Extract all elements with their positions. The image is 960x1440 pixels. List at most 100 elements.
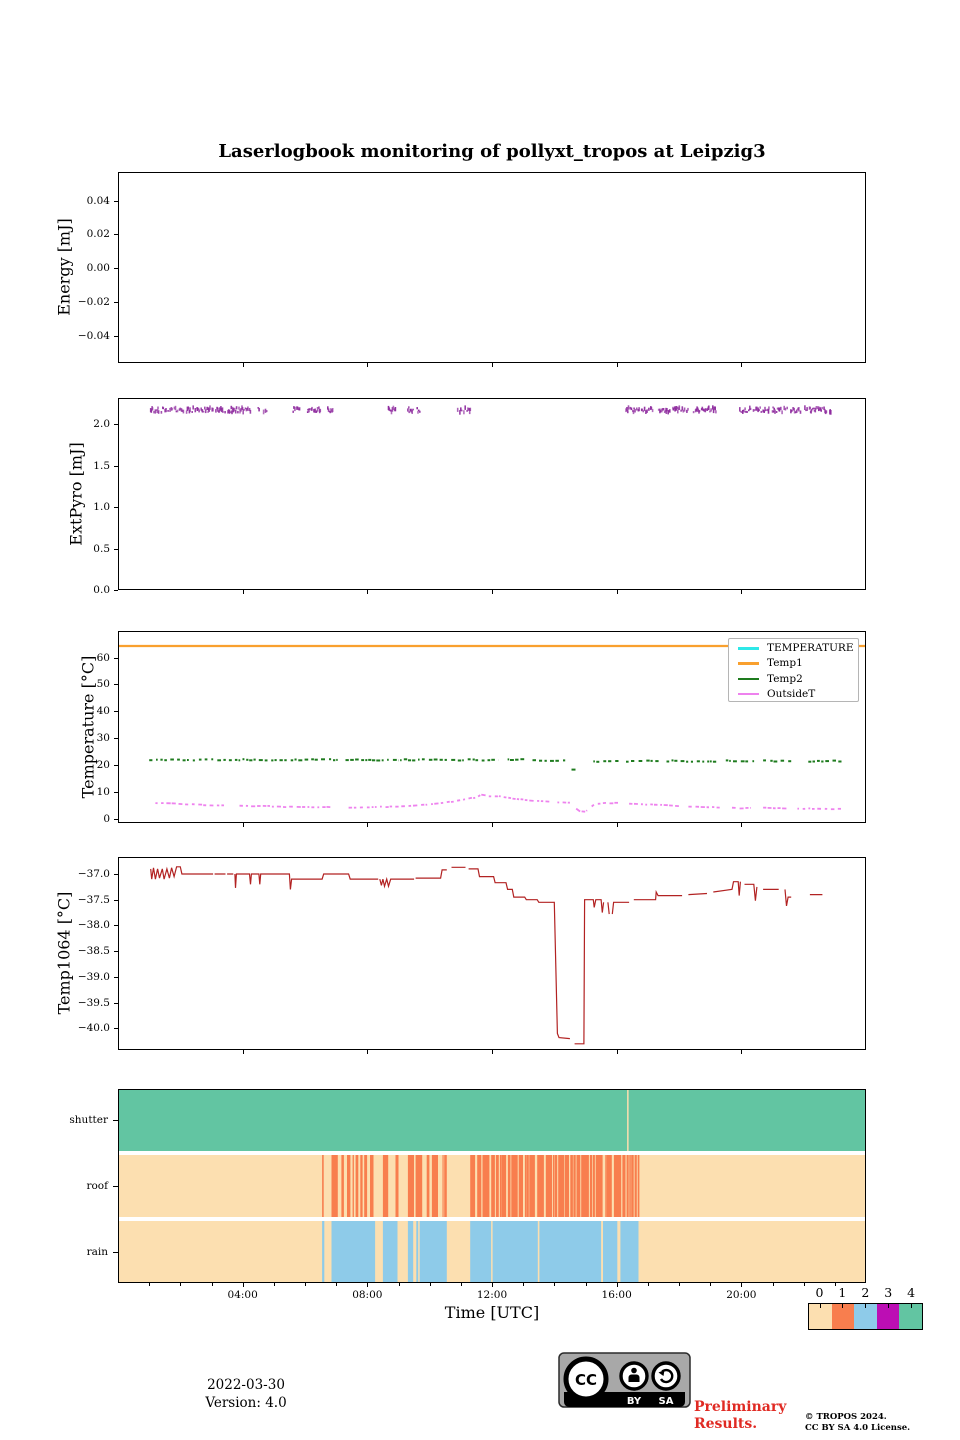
x-minor-tick-mark [523,1283,525,1286]
extpyro-point [767,409,770,414]
roof-stripe [352,1155,354,1217]
extpyro-point [241,407,244,410]
y-tick-mark [113,1252,118,1253]
y-tick-mark [114,711,118,713]
roof-stripe [426,1155,430,1217]
extpyro-point [230,405,233,410]
colorbar-tick-mark [865,1304,867,1308]
x-tick-mark [242,1050,244,1054]
y-tick-label: −37.5 [77,893,110,906]
extpyro-point [416,407,418,410]
x-minor-tick-mark [149,1283,151,1286]
extpyro-point [464,405,466,410]
extpyro-point [806,407,808,411]
colorbar-tick-mark [888,1304,890,1308]
x-tick-mark [741,363,743,367]
extpyro-point [174,405,177,411]
extpyro-y-label: ExtPyro [mJ] [66,442,86,546]
extpyro-point [678,405,681,410]
extpyro-point [167,410,169,412]
preliminary-line1: Preliminary [694,1399,787,1415]
cc-by-sa-badge: CC BY SA [558,1352,691,1408]
y-tick-mark [114,1028,118,1030]
extpyro-point [243,409,245,411]
roof-stripe [470,1155,476,1217]
extpyro-point [662,408,665,411]
y-tick-mark [114,976,118,978]
y-tick-mark [114,234,118,236]
extpyro-point [825,410,828,414]
extpyro-point [627,410,629,414]
extpyro-point [784,407,787,411]
x-tick-mark [741,590,743,594]
extpyro-point [194,408,197,413]
extpyro-point [198,409,200,413]
roof-stripe [631,1155,634,1217]
extpyro-point [224,411,226,414]
x-tick-mark [492,590,493,594]
legend-line-swatch [738,647,759,650]
colorbar-label: 3 [884,1285,893,1300]
extpyro-point [160,411,163,414]
copyright-line1: © TROPOS 2024. [805,1412,887,1422]
extpyro-point [798,407,800,412]
x-minor-tick-mark [460,1283,462,1286]
roof-stripe [491,1155,495,1217]
roof-stripe [526,1155,529,1217]
extpyro-point [634,408,636,413]
extpyro-point [182,409,185,414]
extpyro-point [646,409,648,413]
extpyro-point [221,407,224,412]
y-tick-mark [114,738,118,739]
extpyro-point [318,406,320,409]
extpyro-point [648,407,650,411]
y-tick-label: −38.0 [77,919,110,932]
x-tick-mark [242,1283,244,1287]
y-tick-label: −0.02 [77,295,110,308]
y-tick-label: 60 [96,651,110,664]
extpyro-point [292,410,294,413]
extpyro-point [412,408,414,411]
y-tick-mark [114,335,118,337]
tropos-copyright: © TROPOS 2024. CC BY SA 4.0 License. [805,1412,910,1433]
x-minor-tick-mark [429,1283,431,1286]
x-minor-tick-mark [211,1283,213,1286]
x-tick-mark [242,590,244,594]
preliminary-line2: Results. [694,1415,758,1432]
extpyro-point [171,407,173,411]
extpyro-point [759,406,761,409]
y-tick-label: 0.00 [86,262,110,274]
y-tick-mark [114,874,118,875]
x-minor-tick-mark [679,1283,680,1286]
extpyro-point [157,410,160,414]
roof-stripe [511,1155,518,1217]
date-text: 2022-03-30 [207,1377,285,1393]
extpyro-point [630,407,633,411]
y-tick-mark [114,791,118,793]
colorbar-label: 0 [815,1285,824,1300]
extpyro-point [232,408,234,413]
y-tick-label: −40.0 [77,1022,110,1035]
roof-stripe [622,1155,626,1217]
x-minor-tick-mark [585,1283,587,1286]
extpyro-point [469,407,472,411]
roof-stripe [592,1155,595,1217]
y-tick-label: 0 [103,812,110,825]
extpyro-point [206,406,208,411]
outsidet-dash [591,804,595,808]
legend-item-temp2: Temp2 [729,673,858,686]
roof-stripe [444,1155,447,1217]
legend-label: Temp1 [767,657,803,670]
x-tick-mark [616,590,618,594]
y-tick-label: 2.0 [93,418,110,430]
roof-stripe [382,1155,389,1217]
extpyro-plot-canvas [149,405,832,415]
roof-stripe [606,1155,612,1217]
extpyro-point [394,407,397,412]
row-label-shutter: shutter [69,1114,108,1126]
legend-item-temperature: TEMPERATURE [729,642,858,655]
extpyro-point [714,406,716,411]
roof-stripe [370,1155,374,1217]
roof-stripe [537,1155,544,1217]
y-tick-mark [114,764,118,766]
